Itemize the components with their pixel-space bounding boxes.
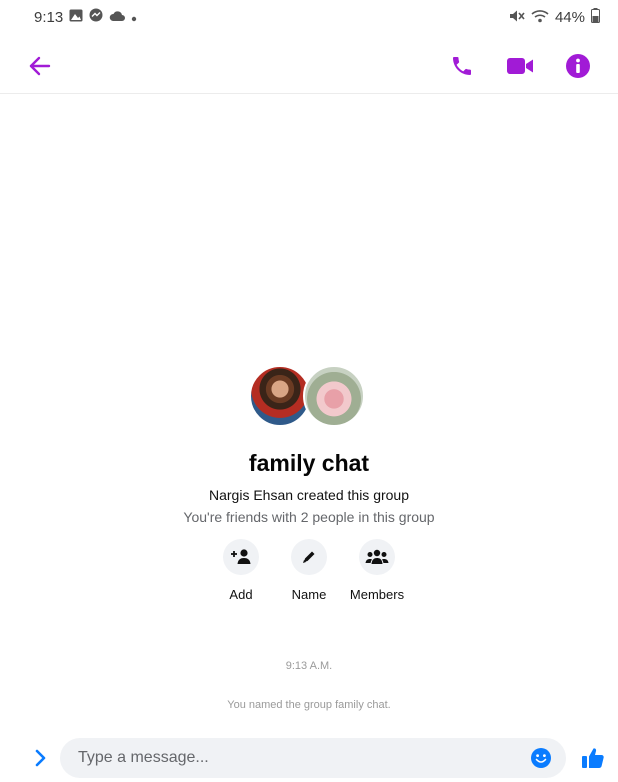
group-header: family chat Nargis Ehsan created this gr… — [0, 360, 618, 602]
like-button[interactable] — [580, 744, 606, 772]
smiley-icon — [531, 748, 551, 768]
edit-name-button[interactable]: Name — [290, 539, 328, 602]
avatar — [303, 365, 365, 427]
add-people-circle[interactable] — [223, 539, 259, 575]
battery-percent: 44% — [554, 9, 585, 26]
battery-icon — [591, 8, 600, 27]
thumbs-up-icon — [582, 748, 604, 768]
group-name: family chat — [248, 450, 370, 476]
pencil-icon — [303, 551, 315, 563]
mute-icon — [509, 9, 525, 27]
add-person-icon — [231, 549, 251, 564]
mutual-friends-note: You're friends with 2 people in this gro… — [183, 509, 435, 525]
cloud-icon — [109, 9, 126, 26]
status-right: 44% — [509, 8, 600, 27]
group-avatars — [249, 360, 369, 432]
message-input[interactable] — [78, 738, 518, 778]
avatar — [249, 365, 311, 427]
video-icon — [507, 58, 533, 74]
top-app-bar — [0, 40, 618, 94]
members-circle[interactable] — [359, 539, 395, 575]
name-label: Name — [291, 587, 327, 602]
arrow-left-icon — [29, 56, 51, 76]
expand-actions-button[interactable] — [28, 742, 52, 774]
members-icon — [365, 549, 389, 564]
messenger-icon — [89, 8, 103, 26]
add-label: Add — [229, 587, 253, 602]
wifi-icon — [531, 9, 549, 27]
message-timestamp: 9:13 A.M. — [285, 660, 333, 672]
video-call-button[interactable] — [506, 52, 534, 80]
add-people-button[interactable]: Add — [222, 539, 260, 602]
chevron-right-icon — [35, 749, 46, 767]
header-actions — [448, 52, 592, 80]
voice-call-button[interactable] — [448, 52, 476, 80]
group-created-by: Nargis Ehsan created this group — [209, 487, 409, 503]
image-icon — [69, 9, 83, 26]
system-message: You named the group family chat. — [227, 699, 391, 711]
emoji-button[interactable] — [530, 747, 552, 769]
members-button[interactable]: Members — [350, 539, 404, 602]
phone-icon — [453, 57, 471, 75]
message-composer — [0, 736, 618, 782]
group-quick-actions: Add Name Members — [0, 539, 618, 602]
dot-icon — [131, 9, 137, 26]
status-left: 9:13 — [34, 8, 137, 26]
status-time: 9:13 — [34, 8, 64, 26]
edit-name-circle[interactable] — [291, 539, 327, 575]
conversation-info-button[interactable] — [564, 52, 592, 80]
members-label: Members — [349, 587, 405, 602]
info-icon — [566, 54, 590, 78]
status-bar: 9:13 44% — [0, 0, 618, 34]
message-input-container — [60, 738, 566, 778]
back-button[interactable] — [26, 52, 54, 80]
